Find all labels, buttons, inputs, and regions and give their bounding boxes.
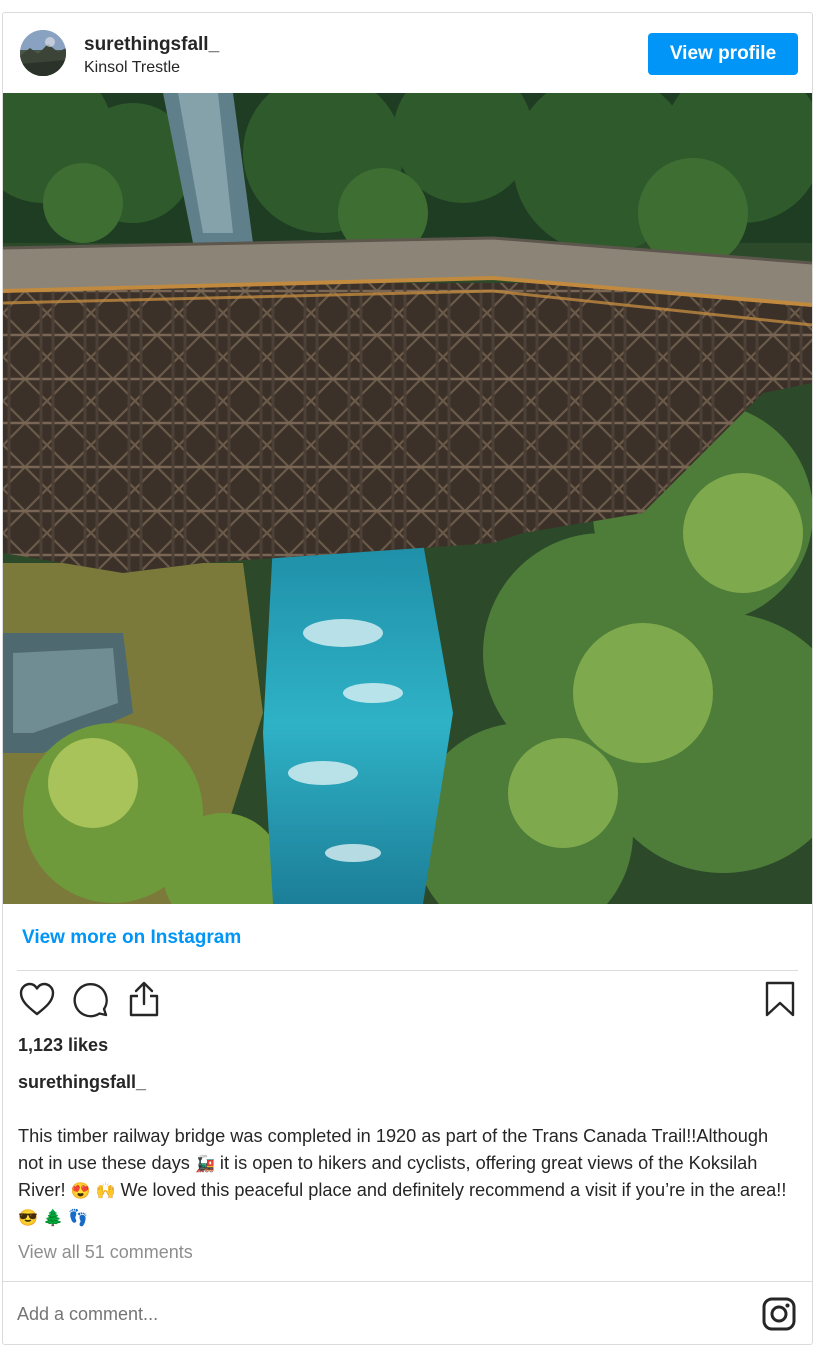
view-profile-button[interactable]: View profile	[648, 33, 798, 75]
tree-emoji: 🌲	[42, 1210, 63, 1227]
likes-count[interactable]: 1,123 likes	[18, 1035, 108, 1056]
heart-eyes-emoji: 😍	[70, 1183, 91, 1200]
divider	[17, 970, 798, 971]
trestle-photo-image	[3, 93, 812, 904]
raised-hands-emoji: 🙌	[95, 1183, 116, 1200]
share-icon[interactable]	[124, 979, 164, 1019]
caption-username[interactable]: surethingsfall_	[18, 1072, 146, 1093]
view-all-comments-link[interactable]: View all 51 comments	[18, 1242, 193, 1263]
avatar[interactable]	[20, 30, 66, 76]
header-username[interactable]: surethingsfall_	[84, 34, 219, 56]
post-photo[interactable]	[3, 93, 812, 904]
bookmark-icon[interactable]	[760, 979, 800, 1019]
sunglasses-emoji: 😎	[18, 1210, 38, 1227]
header-location[interactable]: Kinsol Trestle	[84, 59, 180, 77]
post-caption: This timber railway bridge was completed…	[18, 1123, 798, 1231]
instagram-embed-card: surethingsfall_ Kinsol Trestle View prof…	[2, 12, 813, 1345]
avatar-image	[20, 30, 66, 76]
add-comment-bar	[3, 1281, 812, 1344]
instagram-logo-icon[interactable]	[762, 1297, 796, 1331]
add-comment-input[interactable]	[17, 1300, 697, 1328]
footprints-emoji: 👣	[67, 1210, 88, 1227]
heart-icon[interactable]	[17, 979, 57, 1019]
post-header: surethingsfall_ Kinsol Trestle View prof…	[3, 13, 812, 93]
train-emoji: 🚂	[194, 1156, 215, 1173]
caption-text-3: We loved this peaceful place and definit…	[115, 1180, 787, 1200]
action-bar	[3, 979, 812, 1027]
view-more-on-instagram-link[interactable]: View more on Instagram	[22, 927, 241, 949]
comment-icon[interactable]	[70, 979, 110, 1019]
